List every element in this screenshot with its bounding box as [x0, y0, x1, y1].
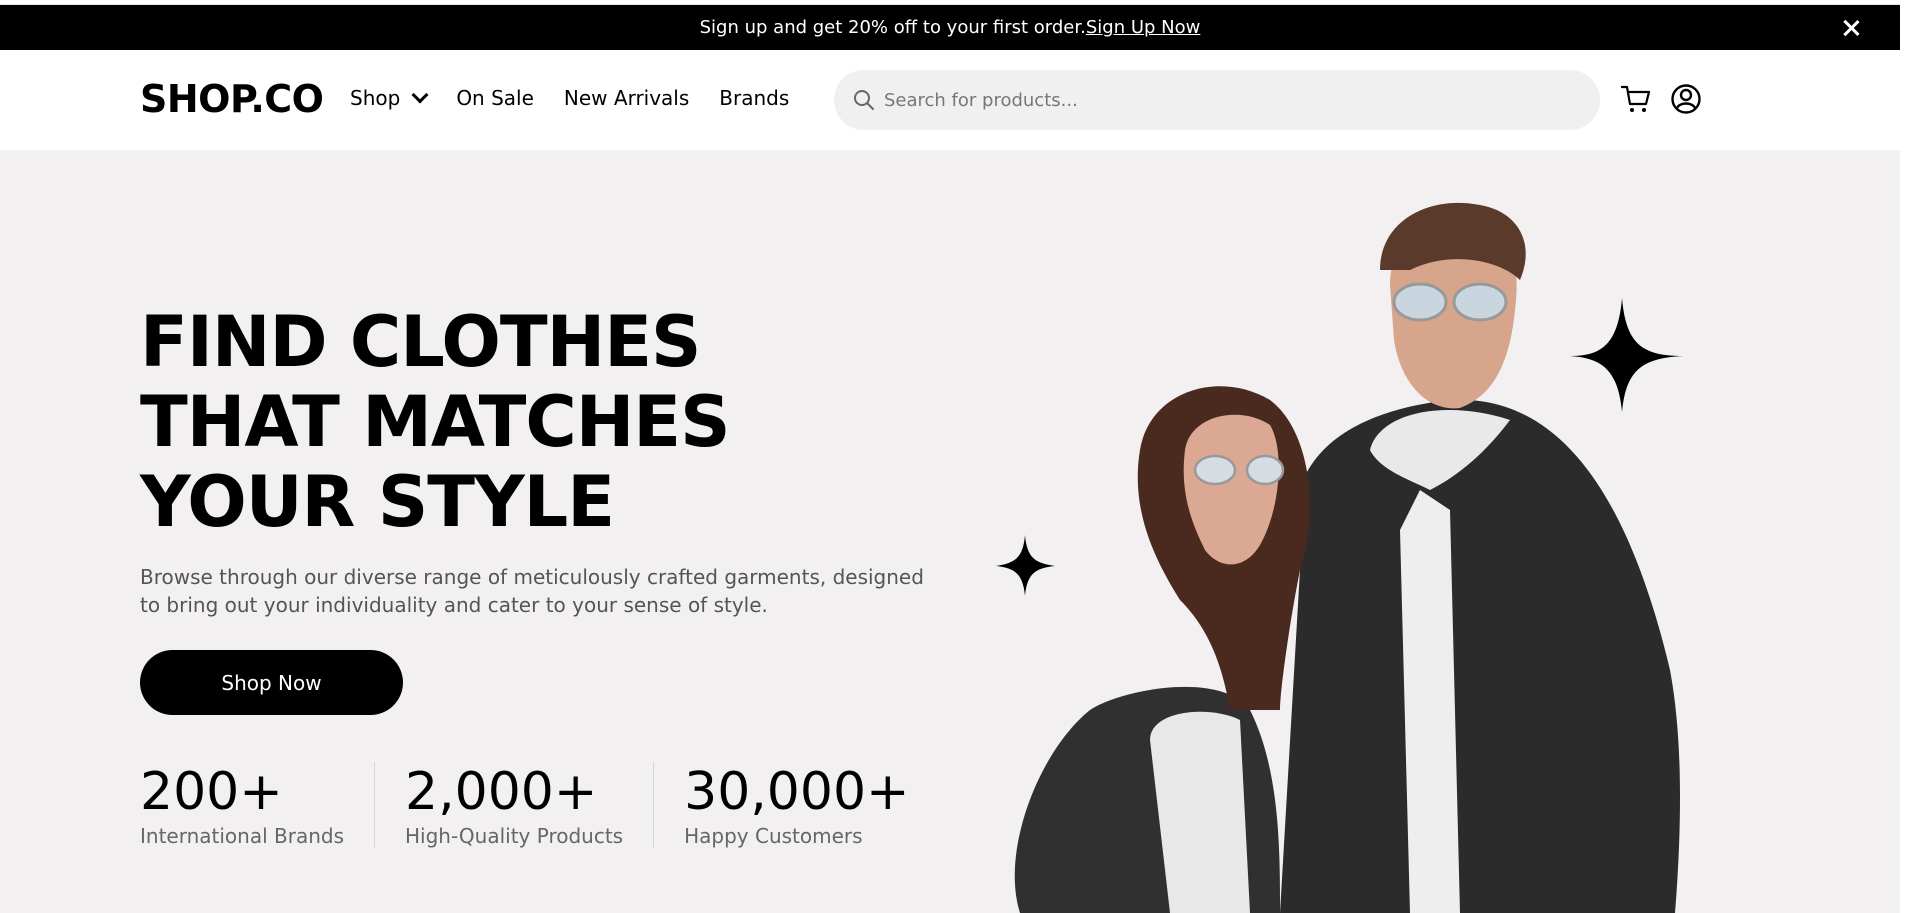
search-bar: [834, 70, 1600, 130]
headline-line-3: YOUR STYLE: [140, 461, 615, 543]
nav-new-arrivals[interactable]: New Arrivals: [564, 86, 689, 110]
chevron-down-icon: [411, 86, 429, 104]
man-figure: [1280, 202, 1680, 913]
hero-image: [996, 202, 1684, 913]
stat-value: 30,000+: [684, 762, 910, 822]
nav-shop[interactable]: Shop: [350, 86, 429, 110]
stat-label: Happy Customers: [684, 824, 863, 848]
hero-description: Browse through our diverse range of meti…: [140, 563, 960, 619]
nav-brands[interactable]: Brands: [719, 86, 789, 110]
search-input[interactable]: [884, 70, 1584, 130]
logo[interactable]: SHOP.CO: [140, 77, 324, 121]
account-icon[interactable]: [1670, 83, 1702, 115]
shop-now-button[interactable]: Shop Now: [140, 650, 403, 715]
navbar: SHOP.CO Shop On Sale New Arrivals Brands: [0, 50, 1900, 150]
sparkle-icon: [996, 535, 1055, 596]
hero-headline: FIND CLOTHES THAT MATCHES YOUR STYLE: [140, 302, 880, 542]
nav-shop-label: Shop: [350, 86, 401, 110]
nav-links: Shop On Sale New Arrivals Brands: [350, 86, 789, 110]
announcement-text: Sign up and get 20% off to your first or…: [699, 17, 1086, 38]
stats-row: 200+ International Brands 2,000+ High-Qu…: [140, 762, 940, 848]
sign-up-link[interactable]: Sign Up Now: [1086, 17, 1201, 38]
headline-line-2: THAT MATCHES: [140, 381, 731, 463]
hero-section: FIND CLOTHES THAT MATCHES YOUR STYLE Bro…: [0, 150, 1900, 913]
close-icon[interactable]: [1840, 17, 1862, 39]
sparkle-icon: [1570, 298, 1684, 412]
woman-figure: [1014, 386, 1310, 913]
stat-label: High-Quality Products: [405, 824, 624, 848]
stat-products: 2,000+ High-Quality Products: [374, 762, 653, 848]
cart-icon[interactable]: [1620, 83, 1652, 115]
description-line-1: Browse through our diverse range of meti…: [140, 565, 924, 589]
stat-label: International Brands: [140, 824, 344, 848]
stat-value: 2,000+: [405, 762, 598, 822]
announcement-bar: Sign up and get 20% off to your first or…: [0, 5, 1900, 50]
search-icon: [854, 90, 874, 110]
headline-line-1: FIND CLOTHES: [140, 301, 701, 383]
stat-customers: 30,000+ Happy Customers: [653, 762, 940, 848]
stat-brands: 200+ International Brands: [140, 762, 374, 848]
nav-on-sale[interactable]: On Sale: [456, 86, 534, 110]
description-line-2: to bring out your individuality and cate…: [140, 593, 768, 617]
stat-value: 200+: [140, 762, 283, 822]
